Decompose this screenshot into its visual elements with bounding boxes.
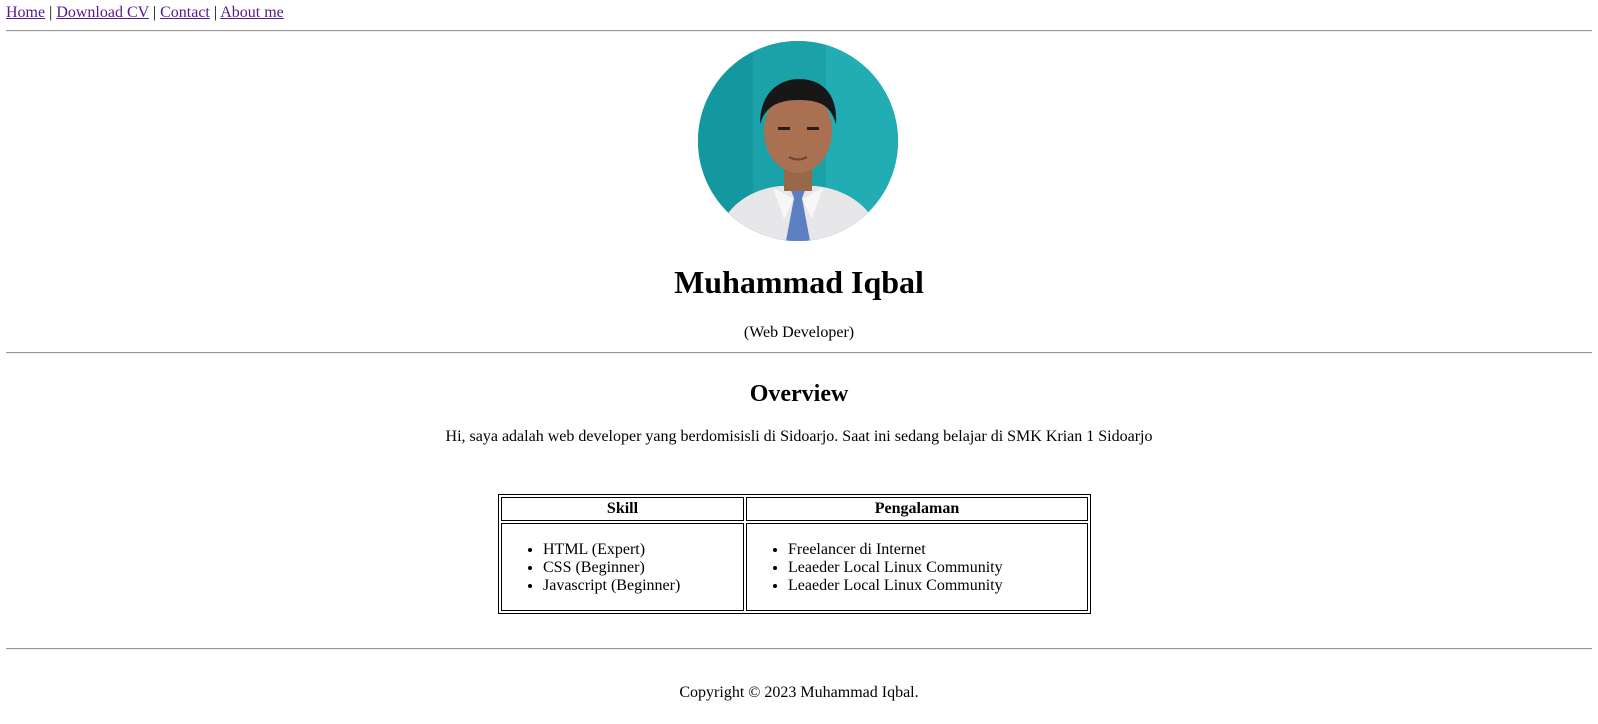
list-item: CSS (Beginner) [543, 559, 742, 577]
nav-home-link[interactable]: Home [6, 4, 45, 21]
person-photo-icon [698, 41, 898, 241]
nav-about-link[interactable]: About me [220, 4, 284, 21]
experience-column-header: Pengalaman [746, 497, 1088, 521]
skills-cell: HTML (Expert) CSS (Beginner) Javascript … [501, 523, 744, 611]
list-item: Leaeder Local Linux Community [788, 559, 1086, 577]
nav-separator: | [152, 4, 157, 21]
nav-separator: | [49, 4, 53, 21]
top-divider [6, 30, 1592, 32]
list-item: Javascript (Beginner) [543, 577, 742, 595]
nav-download-cv-link[interactable]: Download CV [56, 4, 149, 21]
table-header-row: Skill Pengalaman [501, 497, 1088, 521]
section-divider [6, 352, 1592, 354]
experience-cell: Freelancer di Internet Leaeder Local Lin… [746, 523, 1088, 611]
experience-list: Freelancer di Internet Leaeder Local Lin… [748, 541, 1086, 595]
list-item: Leaeder Local Linux Community [788, 577, 1086, 595]
skills-list: HTML (Expert) CSS (Beginner) Javascript … [503, 541, 742, 595]
profile-photo [698, 41, 898, 241]
skills-table-container: Skill Pengalaman HTML (Expert) CSS (Begi… [498, 494, 1091, 614]
skill-column-header: Skill [501, 497, 744, 521]
top-navigation: Home | Download CV | Contact | About me [6, 3, 284, 23]
profile-name: Muhammad Iqbal [674, 264, 924, 300]
list-item: Freelancer di Internet [788, 541, 1086, 559]
footer-divider [6, 648, 1592, 650]
list-item: HTML (Expert) [543, 541, 742, 559]
nav-separator: | [213, 4, 218, 21]
overview-heading: Overview [749, 381, 849, 407]
skills-experience-table: Skill Pengalaman HTML (Expert) CSS (Begi… [498, 494, 1091, 614]
footer-copyright: Copyright © 2023 Muhammad Iqbal. [679, 684, 919, 701]
profile-role: (Web Developer) [743, 324, 855, 341]
overview-text: Hi, saya adalah web developer yang berdo… [445, 428, 1153, 445]
nav-contact-link[interactable]: Contact [160, 4, 210, 21]
table-row: HTML (Expert) CSS (Beginner) Javascript … [501, 523, 1088, 611]
